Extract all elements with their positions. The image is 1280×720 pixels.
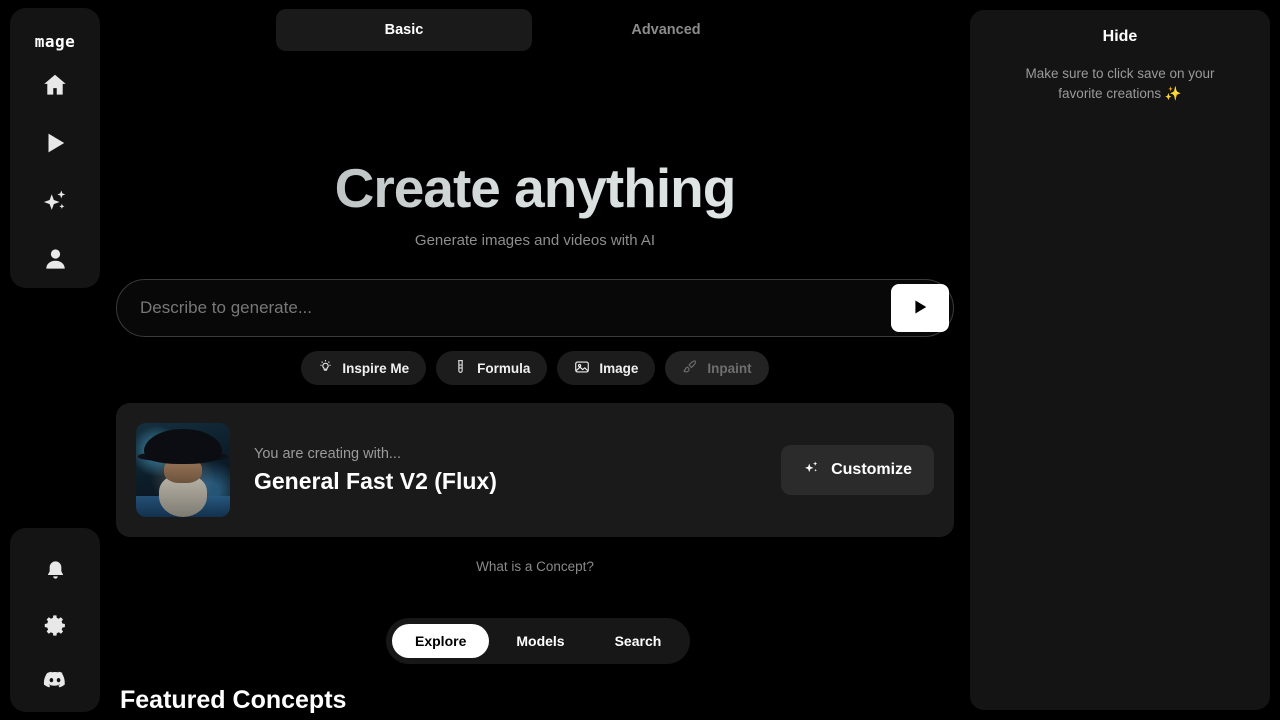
chip-formula[interactable]: Formula bbox=[436, 351, 548, 385]
account-icon bbox=[42, 245, 69, 277]
model-info: You are creating with... General Fast V2… bbox=[254, 446, 497, 495]
prompt-bar bbox=[116, 279, 954, 337]
sparkles-icon bbox=[41, 187, 69, 220]
current-model-card: You are creating with... General Fast V2… bbox=[116, 403, 954, 537]
sidebar-item-discord[interactable] bbox=[33, 660, 77, 704]
home-icon bbox=[41, 71, 69, 104]
customize-label: Customize bbox=[831, 461, 912, 478]
chip-image[interactable]: Image bbox=[557, 351, 656, 385]
chip-label: Formula bbox=[477, 360, 531, 376]
segment-models[interactable]: Models bbox=[493, 624, 587, 658]
sidebar-secondary bbox=[10, 528, 100, 712]
sidebar-item-account[interactable] bbox=[33, 239, 77, 283]
sidebar-item-video[interactable] bbox=[33, 123, 77, 167]
chip-label: Image bbox=[599, 360, 639, 376]
play-icon bbox=[910, 297, 930, 320]
lightbulb-icon bbox=[318, 359, 333, 377]
hide-panel-button[interactable]: Hide bbox=[970, 28, 1270, 46]
segment-explore[interactable]: Explore bbox=[392, 624, 490, 658]
prompt-input[interactable] bbox=[117, 280, 891, 336]
tab-basic[interactable]: Basic bbox=[276, 9, 532, 51]
chip-inpaint: Inpaint bbox=[665, 351, 769, 385]
save-reminder-note: Make sure to click save on your favorite… bbox=[1013, 64, 1228, 105]
featured-concepts-heading: Featured Concepts bbox=[120, 686, 347, 714]
gear-icon bbox=[43, 613, 68, 643]
page-subtitle: Generate images and videos with AI bbox=[414, 232, 656, 249]
note-line-2: favorite creations bbox=[1058, 86, 1162, 102]
page-title: Create anything bbox=[110, 158, 960, 219]
bell-icon bbox=[43, 559, 68, 589]
mode-tabs: Basic Advanced bbox=[276, 9, 1056, 51]
note-line-1: Make sure to click save on your bbox=[1025, 66, 1215, 81]
image-icon bbox=[574, 359, 590, 378]
what-is-a-concept-link[interactable]: What is a Concept? bbox=[116, 559, 954, 574]
model-name: General Fast V2 (Flux) bbox=[254, 467, 497, 494]
app-root: mage Basic Advanced Create anything Gene… bbox=[0, 0, 1280, 720]
paintbrush-icon bbox=[682, 359, 698, 378]
model-kicker: You are creating with... bbox=[254, 445, 401, 462]
segment-search[interactable]: Search bbox=[592, 624, 685, 658]
test-tube-icon bbox=[453, 359, 468, 377]
sidebar-item-notifications[interactable] bbox=[33, 552, 77, 596]
customize-button[interactable]: Customize bbox=[781, 445, 934, 495]
right-sidebar: Hide Make sure to click save on your fav… bbox=[970, 10, 1270, 710]
chip-inspire-me[interactable]: Inspire Me bbox=[301, 351, 427, 385]
sparkles-icon bbox=[803, 459, 820, 481]
chip-label: Inspire Me bbox=[342, 360, 410, 376]
sidebar-item-create[interactable] bbox=[33, 181, 77, 225]
quick-action-chips: Inspire Me Formula Image Inpaint bbox=[116, 351, 954, 385]
sidebar-primary: mage bbox=[10, 8, 100, 288]
chip-label: Inpaint bbox=[707, 360, 752, 376]
browse-segmented-control: Explore Models Search bbox=[386, 618, 691, 664]
sidebar-item-home[interactable] bbox=[33, 65, 77, 109]
discord-icon bbox=[42, 667, 68, 698]
generate-button[interactable] bbox=[891, 284, 949, 332]
sparkles-emoji-icon: ✨ bbox=[1164, 86, 1182, 102]
tab-advanced[interactable]: Advanced bbox=[538, 9, 794, 51]
model-thumbnail[interactable] bbox=[136, 423, 230, 517]
brand-logo[interactable]: mage bbox=[35, 32, 76, 51]
video-icon bbox=[42, 130, 68, 161]
sidebar-item-settings[interactable] bbox=[33, 606, 77, 650]
